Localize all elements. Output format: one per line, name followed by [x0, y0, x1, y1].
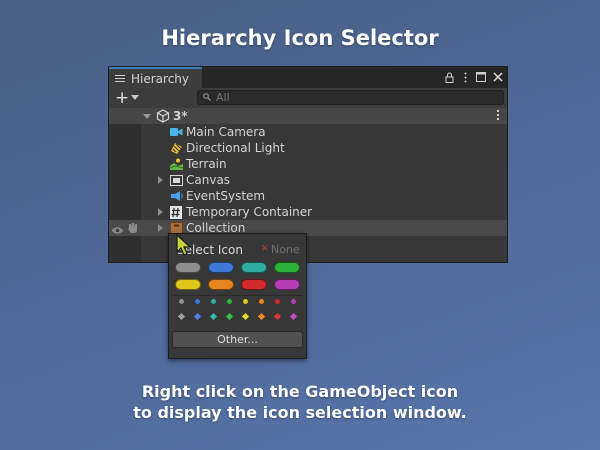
unity-scene-icon: [156, 109, 170, 123]
other-button[interactable]: Other...: [172, 331, 303, 348]
dot-icon-yellow[interactable]: [243, 299, 248, 304]
hierarchy-item-label: EventSystem: [186, 189, 266, 203]
hash-icon: [169, 205, 183, 219]
tab-label: Hierarchy: [131, 71, 190, 86]
light-icon: [169, 141, 183, 155]
search-input[interactable]: [216, 91, 486, 104]
label-icon-green[interactable]: [274, 262, 300, 273]
diamond-icon-blue[interactable]: [193, 312, 202, 321]
tab-bar: Hierarchy: [109, 67, 507, 88]
hierarchy-item-label: Terrain: [186, 157, 227, 171]
hierarchy-item-temporary-container[interactable]: Temporary Container: [109, 204, 507, 220]
dot-icon-orange[interactable]: [259, 299, 264, 304]
hierarchy-item-main-camera[interactable]: Main Camera: [109, 124, 507, 140]
diamond-icon-green[interactable]: [225, 312, 234, 321]
page-caption: Right click on the GameObject icon to di…: [0, 381, 600, 423]
terrain-icon: [169, 157, 183, 171]
hierarchy-item-directional-light[interactable]: Directional Light: [109, 140, 507, 156]
diamond-icon-yellow[interactable]: [241, 312, 250, 321]
tab-hierarchy[interactable]: Hierarchy: [109, 67, 202, 88]
dot-icon-gray[interactable]: [179, 299, 184, 304]
diamond-icon-purple[interactable]: [289, 312, 298, 321]
maximize-icon[interactable]: [475, 69, 487, 85]
eventsystem-icon: [169, 189, 183, 203]
dot-icon-green[interactable]: [227, 299, 232, 304]
hierarchy-item-label: Directional Light: [186, 141, 285, 155]
label-icon-gray[interactable]: [175, 262, 201, 273]
hierarchy-item-eventsystem[interactable]: EventSystem: [109, 188, 507, 204]
expand-arrow-icon[interactable]: [158, 208, 163, 216]
dot-icon-purple[interactable]: [291, 299, 296, 304]
add-button[interactable]: +: [115, 88, 129, 108]
label-icon-red[interactable]: [241, 279, 267, 290]
hierarchy-item-label: Main Camera: [186, 125, 266, 139]
eye-icon[interactable]: [111, 223, 124, 239]
diamond-icon-orange[interactable]: [257, 312, 266, 321]
label-icon-purple[interactable]: [274, 279, 300, 290]
label-icon-teal[interactable]: [241, 262, 267, 273]
scene-name: 3*: [173, 109, 188, 123]
mouse-cursor-icon: [176, 234, 192, 256]
search-field[interactable]: [197, 90, 504, 105]
page-title: Hierarchy Icon Selector: [161, 26, 439, 50]
none-button[interactable]: None: [261, 243, 300, 256]
hierarchy-item-label: Canvas: [186, 173, 231, 187]
hierarchy-toolbar: +: [109, 88, 507, 109]
scene-menu-icon[interactable]: [497, 110, 499, 122]
hamburger-icon: [115, 73, 125, 84]
expand-arrow-icon[interactable]: [158, 224, 163, 232]
hierarchy-item-label: Temporary Container: [186, 205, 313, 219]
diamond-icon-teal[interactable]: [209, 312, 218, 321]
label-icon-orange[interactable]: [208, 279, 234, 290]
popup-divider: [173, 295, 302, 296]
dot-icon-red[interactable]: [275, 299, 280, 304]
dot-icon-teal[interactable]: [211, 299, 216, 304]
caption-line-2: to display the icon selection window.: [133, 403, 467, 422]
hierarchy-item-canvas[interactable]: Canvas: [109, 172, 507, 188]
dot-icon-blue[interactable]: [195, 299, 200, 304]
canvas-icon: [169, 173, 183, 187]
diamond-icon-gray[interactable]: [177, 312, 186, 321]
menu-kebab-icon[interactable]: [459, 69, 471, 85]
search-icon: [203, 93, 211, 101]
label-icon-blue[interactable]: [208, 262, 234, 273]
camera-icon: [169, 125, 183, 139]
chevron-down-icon[interactable]: [131, 95, 139, 100]
close-icon[interactable]: [491, 69, 505, 85]
expand-arrow-icon[interactable]: [143, 114, 151, 119]
hierarchy-item-terrain[interactable]: Terrain: [109, 156, 507, 172]
pickable-hand-icon[interactable]: [127, 222, 138, 238]
diamond-icon-red[interactable]: [273, 312, 282, 321]
label-icon-yellow[interactable]: [175, 279, 201, 290]
expand-arrow-icon[interactable]: [158, 176, 163, 184]
lock-icon[interactable]: [443, 69, 455, 85]
scene-row[interactable]: 3*: [109, 108, 507, 124]
caption-line-1: Right click on the GameObject icon: [141, 382, 459, 401]
